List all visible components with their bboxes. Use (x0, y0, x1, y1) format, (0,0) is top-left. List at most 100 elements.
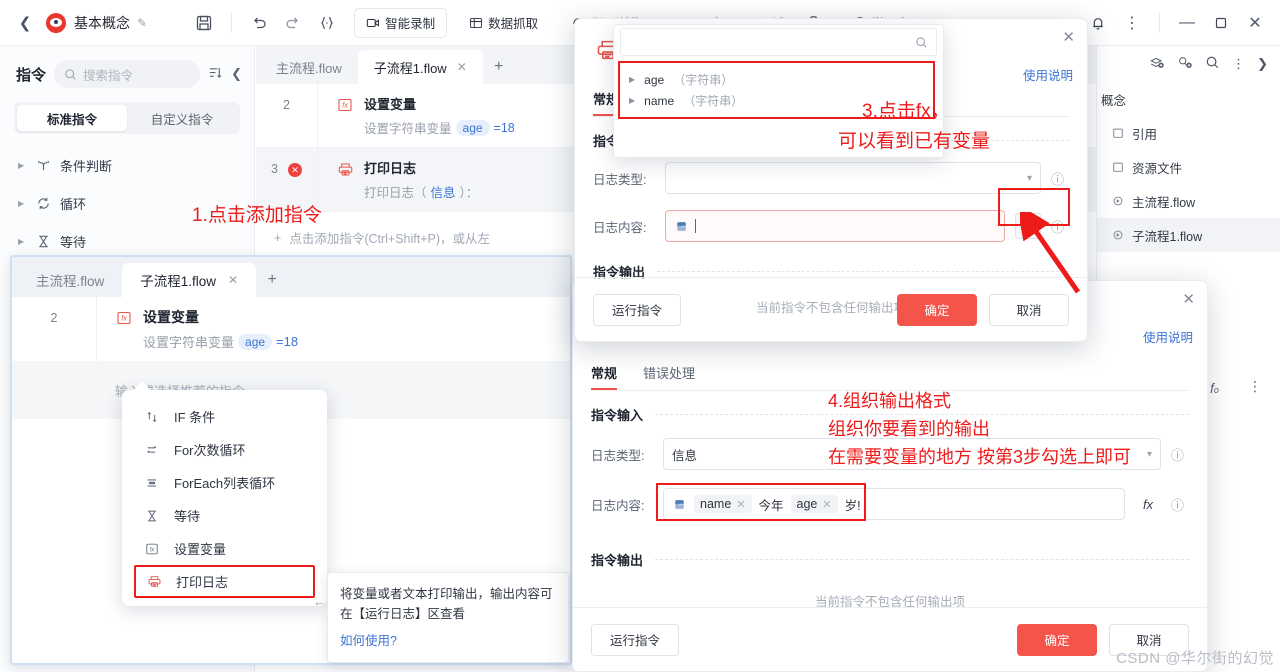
sidebar-item-loop[interactable]: ▶ 循环 (0, 184, 254, 222)
close-icon[interactable]: ✕ (457, 60, 467, 74)
row-desc-prefix: 设置字符串变量 (364, 122, 452, 136)
inset-tab-label: 子流程1.flow (140, 274, 217, 289)
braces-icon[interactable] (310, 6, 344, 40)
add-group-icon[interactable] (1177, 55, 1193, 74)
fx-icon[interactable]: fx (1015, 213, 1041, 239)
field-log-content: 日志内容: fx ⓘ (575, 194, 1087, 242)
log-type-select[interactable]: ▾ (665, 162, 1041, 194)
confirm-button[interactable]: 确定 (1017, 623, 1097, 656)
more-vertical-icon[interactable]: ⋮ (1248, 378, 1262, 395)
sort-icon[interactable] (208, 65, 223, 83)
more-vertical-icon[interactable]: ⋮ (1115, 6, 1149, 40)
triangle-right-icon[interactable]: ▶ (629, 75, 635, 84)
cancel-button[interactable]: 取消 (989, 293, 1069, 326)
chevron-down-icon: ▾ (1026, 172, 1032, 184)
loop-icon (35, 195, 51, 211)
field-label: 日志类型: (591, 448, 645, 463)
tree-item-sub-flow-1[interactable]: 子流程1.flow (1097, 218, 1280, 252)
inset-tabbar: 主流程.flow 子流程1.flow ✕ + (12, 257, 570, 297)
log-type-value: 信息 (672, 448, 698, 463)
variable-picker-popup: ▶ age （字符串） ▶ name （字符串） (613, 24, 944, 158)
more-vertical-icon[interactable]: ⋮ (1232, 56, 1245, 72)
inset-tab-main-flow[interactable]: 主流程.flow (18, 263, 122, 297)
run-instruction-button[interactable]: 运行指令 (591, 623, 680, 656)
sidebar-item-condition[interactable]: ▶ 条件判断 (0, 146, 254, 184)
tree-item-references[interactable]: 引用 (1097, 116, 1280, 150)
error-badge-icon[interactable]: ✕ (287, 163, 302, 177)
menu-item-if-condition[interactable]: IF 条件 (122, 400, 327, 433)
menu-item-print-log[interactable]: 打印日志 (134, 565, 315, 598)
menu-item-for-loop[interactable]: For次数循环 (122, 433, 327, 466)
info-icon[interactable]: ⓘ (1051, 169, 1069, 188)
tree-item-main-flow[interactable]: 主流程.flow (1097, 184, 1280, 218)
editor-tab-main-flow[interactable]: 主流程.flow (260, 50, 358, 84)
info-icon[interactable]: ⓘ (1051, 217, 1069, 236)
menu-item-foreach-loop[interactable]: ForEach列表循环 (122, 466, 327, 499)
editor-tab-sub-flow-1[interactable]: 子流程1.flow ✕ (357, 50, 483, 84)
close-icon[interactable]: ✕ (1062, 28, 1075, 46)
close-icon[interactable]: ✕ (1182, 290, 1195, 308)
remove-tag-icon[interactable]: ✕ (736, 498, 745, 511)
collapse-sidebar-icon[interactable]: ❮ (231, 66, 242, 82)
chevron-right-icon: ▶ (18, 160, 25, 170)
sidebar-title: 指令 (16, 66, 47, 84)
close-icon[interactable]: ✕ (1238, 6, 1272, 40)
search-input[interactable]: 搜索指令 (54, 60, 201, 88)
save-icon[interactable] (187, 6, 221, 40)
variable-row-age[interactable]: ▶ age （字符串） (620, 69, 933, 90)
fx-add-icon[interactable]: fo (1210, 380, 1219, 396)
expand-panel-icon[interactable]: ❯ (1257, 56, 1268, 72)
remove-tag-icon[interactable]: ✕ (822, 498, 831, 511)
maximize-icon[interactable] (1204, 6, 1238, 40)
menu-item-wait[interactable]: 等待 (122, 499, 327, 532)
help-link[interactable]: 使用说明 (1023, 65, 1073, 84)
row-desc-suffix: =18 (276, 334, 299, 349)
help-link[interactable]: 使用说明 (1143, 327, 1193, 346)
add-layer-icon[interactable] (1149, 55, 1165, 74)
variable-row-name[interactable]: ▶ name （字符串） (620, 90, 933, 111)
tab-custom-instructions[interactable]: 自定义指令 (127, 105, 237, 131)
content-tag-name[interactable]: name ✕ (694, 495, 752, 513)
fx-box-icon: fx (336, 96, 354, 114)
inset-tab-sub-flow-1[interactable]: 子流程1.flow ✕ (122, 263, 257, 297)
add-tab-icon[interactable]: + (256, 263, 288, 297)
close-icon[interactable]: ✕ (228, 273, 238, 287)
tree-item-resources[interactable]: 资源文件 (1097, 150, 1280, 184)
add-tab-icon[interactable]: + (483, 50, 515, 84)
info-icon[interactable]: ⓘ (1171, 445, 1189, 464)
run-instruction-button[interactable]: 运行指令 (593, 293, 682, 326)
undo-icon[interactable] (242, 6, 276, 40)
tab-standard-instructions[interactable]: 标准指令 (17, 105, 127, 131)
tree-item-project-root[interactable]: 概念 (1097, 82, 1280, 116)
triangle-right-icon[interactable]: ▶ (629, 96, 635, 105)
info-icon[interactable]: ⓘ (1171, 495, 1189, 514)
fx-icon[interactable]: fx (1135, 497, 1161, 512)
smart-record-button[interactable]: 智能录制 (354, 7, 448, 38)
confirm-button[interactable]: 确定 (897, 293, 977, 326)
data-scrape-label: 数据抓取 (488, 17, 539, 31)
inset-row-set-variable[interactable]: 2 fx 设置变量 设置字符串变量 age =18 (12, 297, 570, 361)
redo-icon[interactable] (276, 6, 310, 40)
log-content-input[interactable] (665, 210, 1005, 242)
log-content-input[interactable]: name ✕ 今年 age ✕ 岁! (663, 488, 1125, 520)
minimize-icon[interactable]: — (1170, 6, 1204, 40)
tooltip-howto-link[interactable]: 如何使用? (340, 631, 556, 651)
smart-record-label: 智能录制 (385, 17, 436, 31)
field-log-type: 日志类型: 信息 ▾ ⓘ (573, 424, 1207, 470)
data-scrape-button[interactable]: 数据抓取 (457, 7, 551, 38)
search-icon[interactable] (1205, 55, 1220, 73)
dialog-footer: 运行指令 确定 取消 (575, 277, 1087, 341)
dialog-tab-general[interactable]: 常规 (591, 363, 618, 390)
pencil-icon[interactable]: ✎ (137, 16, 147, 30)
variable-search-input[interactable] (620, 28, 937, 56)
section-instruction-output: 指令输出 (575, 242, 1087, 281)
menu-item-set-variable[interactable]: fx 设置变量 (122, 532, 327, 565)
back-icon[interactable]: ❮ (8, 6, 42, 40)
content-tag-age[interactable]: age ✕ (790, 495, 838, 513)
dialog-tab-error-handling[interactable]: 错误处理 (643, 363, 695, 390)
variable-type: （字符串） (683, 94, 744, 108)
log-type-select[interactable]: 信息 ▾ (663, 438, 1161, 470)
row-desc: 打印日志（ 信息 ）： (364, 182, 478, 201)
chevron-right-icon: ▶ (18, 236, 25, 246)
hourglass-icon (35, 233, 51, 249)
